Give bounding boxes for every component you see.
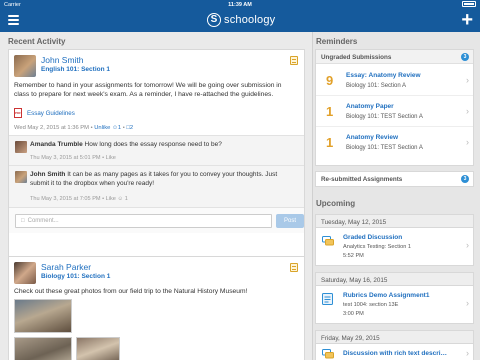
ungraded-panel: Ungraded Submissions 3 9 Essay: Anatomy … bbox=[315, 49, 474, 166]
activity-post: John Smith English 101: Section 1 Rememb… bbox=[8, 49, 305, 261]
assignment-course: Biology 101: TEST Section A bbox=[346, 114, 423, 120]
comment-item: Amanda Trumble How long does the essay r… bbox=[9, 135, 304, 165]
avatar[interactable] bbox=[14, 262, 36, 284]
comment-count-icon[interactable]: □2 bbox=[126, 125, 133, 131]
post-course[interactable]: Biology 101: Section 1 bbox=[41, 273, 110, 280]
comment-count: 2 bbox=[129, 125, 134, 131]
app-logo: S schoology bbox=[207, 13, 275, 27]
menu-icon[interactable] bbox=[8, 15, 19, 25]
event-time: 3:00 PM bbox=[343, 311, 364, 317]
commenter-avatar[interactable] bbox=[15, 141, 27, 153]
comment-placeholder: Comment... bbox=[27, 218, 59, 224]
comment-like-count: 1 bbox=[124, 196, 128, 202]
day-header: Saturday, May 16, 2015 bbox=[315, 272, 474, 286]
add-icon[interactable]: + bbox=[461, 10, 473, 30]
reminder-item[interactable]: 1 Anatomy Paper Biology 101: TEST Sectio… bbox=[316, 97, 473, 127]
discussion-icon bbox=[322, 349, 334, 359]
attachment-link[interactable]: Essay Guidelines bbox=[27, 110, 75, 117]
commenter-name[interactable]: John Smith bbox=[30, 171, 65, 178]
resubmitted-header: Re-submitted Assignments 3 bbox=[316, 172, 473, 186]
avatar[interactable] bbox=[14, 55, 36, 77]
recent-activity-heading: Recent Activity bbox=[8, 37, 66, 46]
assignment-icon bbox=[322, 293, 333, 305]
commenter-avatar[interactable] bbox=[15, 171, 27, 183]
status-bar: Carrier 11:39 AM bbox=[0, 0, 480, 9]
discussion-icon bbox=[322, 236, 334, 246]
clock: 11:39 AM bbox=[228, 1, 252, 8]
commenter-name[interactable]: Amanda Trumble bbox=[30, 141, 83, 148]
post-date: Wed May 2, 2015 at 1:36 PM • bbox=[14, 125, 93, 131]
chevron-right-icon: › bbox=[466, 298, 469, 308]
post-body: Check out these great photos from our fi… bbox=[14, 288, 248, 295]
post-comment-button[interactable]: Post bbox=[276, 214, 304, 228]
upcoming-item[interactable]: Discussion with rich text descri… › bbox=[315, 344, 474, 360]
post-meta: Wed May 2, 2015 at 1:36 PM • Unlike ☺1 •… bbox=[14, 125, 134, 131]
like-count-icon[interactable]: ☺1 bbox=[112, 125, 121, 131]
assignment-title: Anatomy Review bbox=[346, 134, 399, 141]
comment-bubble-icon: □ bbox=[21, 218, 25, 224]
upcoming-item[interactable]: Rubrics Demo Assignment1 test 1004: sect… bbox=[315, 286, 474, 324]
comment-meta: Thu May 3, 2015 at 7:05 PM • Like ☺ 1 bbox=[30, 196, 128, 202]
reminder-item[interactable]: 1 Anatomy Review Biology 101: TEST Secti… bbox=[316, 128, 473, 158]
submission-count: 9 bbox=[326, 73, 334, 88]
like-count: 1 bbox=[117, 125, 122, 131]
post-body: Remember to hand in your assignments for… bbox=[14, 82, 282, 99]
upcoming-item[interactable]: Graded Discussion Analytics Testing: Sec… bbox=[315, 228, 474, 266]
ungraded-count-badge: 3 bbox=[461, 53, 469, 61]
photo-thumbnail[interactable] bbox=[14, 299, 72, 333]
post-author[interactable]: John Smith bbox=[41, 55, 84, 65]
logo-mark: S bbox=[207, 13, 221, 27]
photo-thumbnail[interactable] bbox=[14, 337, 72, 360]
event-title: Rubrics Demo Assignment1 bbox=[343, 292, 430, 299]
unlike-link[interactable]: Unlike bbox=[94, 125, 110, 131]
post-course[interactable]: English 101: Section 1 bbox=[41, 66, 110, 73]
assignment-title: Essay: Anatomy Review bbox=[346, 72, 421, 79]
pdf-icon: PDF bbox=[14, 108, 22, 118]
chevron-right-icon: › bbox=[466, 348, 469, 358]
event-course: Analytics Testing: Section 1 bbox=[343, 244, 411, 250]
event-time: 5:52 PM bbox=[343, 253, 364, 259]
assignment-course: Biology 101: Section A bbox=[346, 83, 407, 89]
resubmitted-count-badge: 3 bbox=[461, 175, 469, 183]
post-type-icon bbox=[290, 263, 298, 272]
reminder-item[interactable]: 9 Essay: Anatomy Review Biology 101: Sec… bbox=[316, 66, 473, 96]
reminders-heading: Reminders bbox=[316, 37, 358, 46]
comment-like-icon[interactable]: ☺ bbox=[117, 196, 123, 202]
right-sidebar: Reminders Ungraded Submissions 3 9 Essay… bbox=[312, 32, 480, 360]
chevron-right-icon: › bbox=[466, 106, 469, 116]
nav-bar: S schoology + bbox=[0, 9, 480, 32]
upcoming-heading: Upcoming bbox=[316, 199, 356, 208]
comment-composer: □ Comment... Post bbox=[9, 207, 304, 233]
comment-item: John Smith It can be as many pages as it… bbox=[9, 165, 304, 207]
assignment-title: Anatomy Paper bbox=[346, 103, 394, 110]
day-header: Friday, May 29, 2015 bbox=[315, 330, 474, 344]
chevron-right-icon: › bbox=[466, 240, 469, 250]
logo-text: schoology bbox=[224, 14, 276, 26]
photo-thumbnail[interactable] bbox=[76, 337, 120, 360]
event-course: test 1004: section 13E bbox=[343, 302, 399, 308]
submission-count: 1 bbox=[326, 104, 334, 119]
resubmitted-panel[interactable]: Re-submitted Assignments 3 bbox=[315, 171, 474, 187]
event-title: Discussion with rich text descri… bbox=[343, 350, 448, 357]
ungraded-header[interactable]: Ungraded Submissions 3 bbox=[316, 50, 473, 64]
event-title: Graded Discussion bbox=[343, 234, 403, 241]
post-author[interactable]: Sarah Parker bbox=[41, 262, 91, 272]
assignment-course: Biology 101: TEST Section A bbox=[346, 145, 423, 151]
chevron-right-icon: › bbox=[466, 137, 469, 147]
comment-text: How long does the essay response need to… bbox=[84, 141, 222, 148]
comment-input[interactable]: □ Comment... bbox=[15, 214, 272, 228]
comment-meta: Thu May 3, 2015 at 5:01 PM • Like bbox=[30, 155, 116, 161]
chevron-right-icon: › bbox=[466, 75, 469, 85]
battery-icon bbox=[462, 1, 476, 7]
recent-activity-panel: Recent Activity John Smith English 101: … bbox=[0, 32, 312, 360]
post-type-icon bbox=[290, 56, 298, 65]
submission-count: 1 bbox=[326, 135, 334, 150]
activity-post: Sarah Parker Biology 101: Section 1 Chec… bbox=[8, 256, 305, 360]
comment-text: It can be as many pages as it takes for … bbox=[30, 171, 278, 187]
day-header: Tuesday, May 12, 2015 bbox=[315, 214, 474, 228]
